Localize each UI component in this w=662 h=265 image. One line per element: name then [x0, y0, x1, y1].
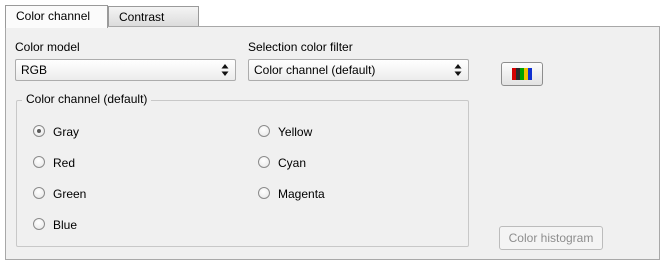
radio-label: Magenta [278, 187, 325, 201]
radio-unchecked-icon [33, 187, 45, 199]
color-model-label: Color model [15, 40, 80, 54]
color-histogram-button[interactable]: Color histogram [499, 226, 603, 250]
tab-bar: Color channel Contrast [5, 5, 660, 28]
radio-checked-icon [33, 125, 45, 137]
radio-unchecked-icon [258, 187, 270, 199]
selection-filter-select[interactable]: Color channel (default) [248, 59, 469, 81]
tab-color-channel[interactable]: Color channel [5, 5, 108, 28]
radio-label: Yellow [278, 125, 313, 139]
color-model-select[interactable]: RGB [15, 59, 236, 81]
tab-contrast[interactable]: Contrast [108, 6, 199, 26]
radio-label: Red [53, 156, 76, 170]
selection-filter-value: Color channel (default) [254, 63, 376, 77]
color-palette-button[interactable] [501, 62, 543, 86]
updown-arrows-icon [221, 63, 229, 77]
radio-label: Gray [53, 125, 80, 139]
updown-arrows-icon [454, 63, 462, 77]
radio-unchecked-icon [33, 218, 45, 230]
color-palette-icon [512, 68, 532, 80]
selection-filter-label: Selection color filter [248, 40, 353, 54]
radio-unchecked-icon [258, 125, 270, 137]
radio-unchecked-icon [258, 156, 270, 168]
color-model-value: RGB [21, 63, 48, 77]
channel-group-title: Color channel (default) [22, 92, 152, 106]
radio-label: Blue [53, 218, 78, 232]
radio-label: Cyan [278, 156, 307, 170]
radio-unchecked-icon [33, 156, 45, 168]
radio-label: Green [53, 187, 87, 201]
channel-groupbox [16, 100, 469, 247]
